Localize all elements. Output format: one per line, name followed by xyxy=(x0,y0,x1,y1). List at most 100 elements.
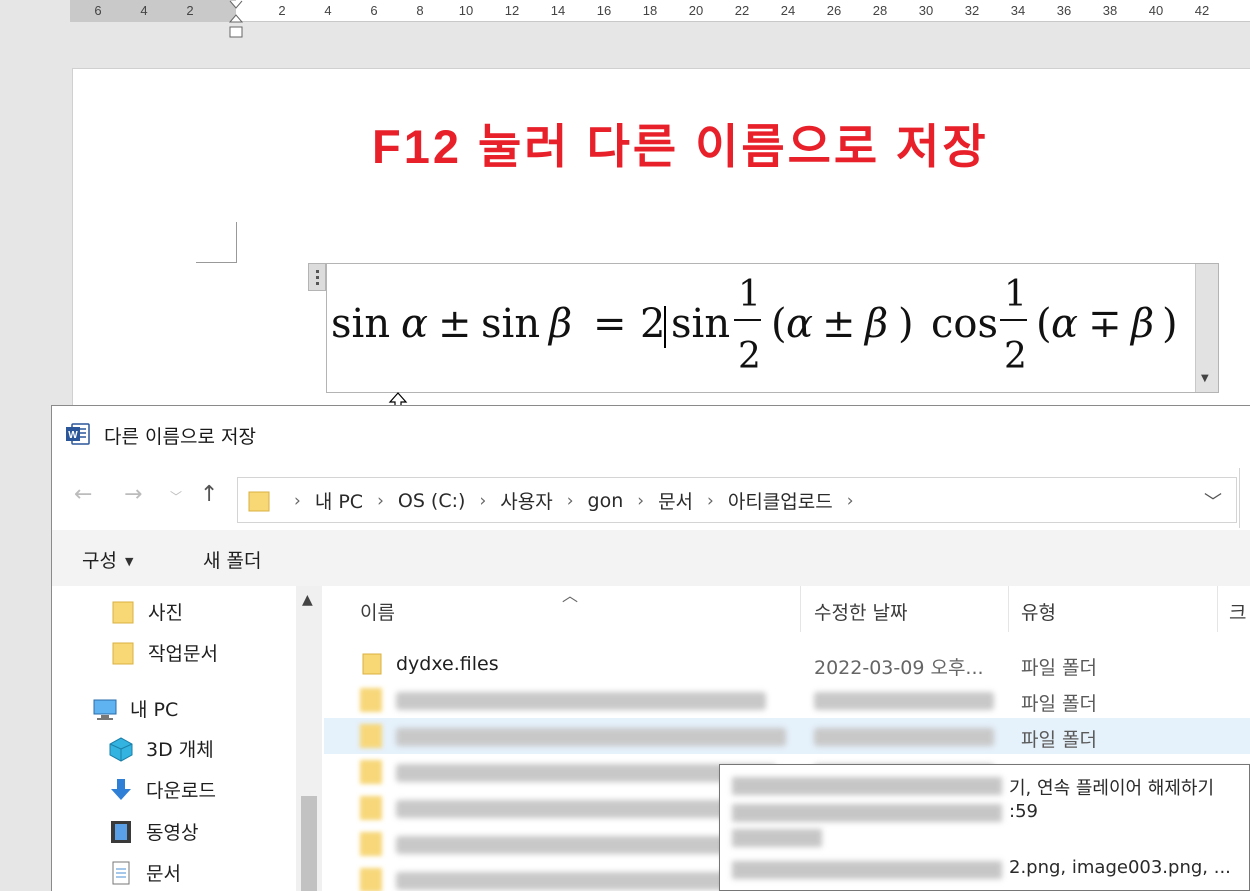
breadcrumb-item[interactable]: OS (C:) xyxy=(398,490,466,512)
breadcrumb-separator-icon[interactable]: › xyxy=(479,491,486,511)
breadcrumb-separator-icon[interactable]: › xyxy=(637,491,644,511)
ruler-number: 28 xyxy=(872,3,888,18)
folder-icon xyxy=(360,724,382,748)
file-type: 파일 폴더 xyxy=(1021,657,1097,679)
back-arrow-icon[interactable]: ← xyxy=(74,482,92,507)
redacted-file-name xyxy=(396,800,756,818)
address-bar[interactable]: › 내 PC › OS (C:) › 사용자 › gon › 문서 › 아티클업로드 › ﹀ xyxy=(237,477,1237,523)
navigation-pane[interactable]: 사진 작업문서 내 PC 3D 개체 다운로드 동영상 문서 xyxy=(52,586,322,891)
breadcrumb-item[interactable]: 아티클업로드 xyxy=(728,487,833,514)
nav-item-photos[interactable]: 사진 xyxy=(110,598,183,625)
file-type: 파일 폴더 xyxy=(1021,729,1097,751)
dialog-title: 다른 이름으로 저장 xyxy=(104,426,256,448)
table-row[interactable]: 파일 폴더 xyxy=(324,682,1250,718)
breadcrumb-separator-icon[interactable]: › xyxy=(567,491,574,511)
svg-text:±: ± xyxy=(438,301,472,347)
table-row[interactable]: 파일 폴더 xyxy=(324,718,1250,754)
redacted-tooltip-text xyxy=(732,861,1002,879)
recent-locations-chevron-icon[interactable]: ﹀ xyxy=(170,488,182,505)
svg-text:sin: sin xyxy=(671,301,730,347)
ruler-number: 32 xyxy=(964,3,980,18)
nav-item-documents[interactable]: 문서 xyxy=(108,859,181,886)
forward-arrow-icon[interactable]: → xyxy=(124,482,142,507)
table-row[interactable]: dydxe.files 2022-03-09 오후... 파일 폴더 xyxy=(324,646,1250,682)
folder-icon xyxy=(360,796,382,820)
svg-text:2: 2 xyxy=(640,301,665,347)
scroll-up-arrow-icon[interactable]: ▲ xyxy=(302,592,313,608)
ruler-number: 2 xyxy=(278,3,286,18)
nav-pane-scroll-thumb[interactable] xyxy=(301,796,317,891)
nav-item-videos[interactable]: 동영상 xyxy=(108,818,198,845)
redacted-tooltip-text xyxy=(732,829,822,847)
instruction-banner: F12 눌러 다른 이름으로 저장 xyxy=(372,120,989,173)
nav-item-label: 문서 xyxy=(146,863,181,885)
column-header-date[interactable]: 수정한 날짜 xyxy=(814,598,907,625)
nav-item-label: 내 PC xyxy=(130,699,179,721)
breadcrumb-item[interactable]: gon xyxy=(588,490,624,512)
breadcrumb-separator-icon[interactable]: › xyxy=(847,491,854,511)
organize-button[interactable]: 구성 ▼ xyxy=(82,546,133,573)
word-icon: W xyxy=(66,423,90,445)
ruler-number: 6 xyxy=(370,3,378,18)
redacted-file-name xyxy=(396,836,766,854)
up-arrow-icon[interactable]: ↑ xyxy=(200,482,218,507)
svg-text:α: α xyxy=(1051,301,1078,347)
nav-item-work-docs[interactable]: 작업문서 xyxy=(110,639,218,666)
redacted-tooltip-text xyxy=(732,804,1002,822)
breadcrumb-item[interactable]: 사용자 xyxy=(500,487,552,514)
ruler-number: 14 xyxy=(550,3,566,18)
nav-item-this-pc[interactable]: 내 PC xyxy=(92,695,178,722)
redacted-file-name xyxy=(396,728,786,746)
column-header-type[interactable]: 유형 xyxy=(1021,598,1056,625)
file-name: dydxe.files xyxy=(396,653,499,675)
refresh-button[interactable] xyxy=(1239,468,1250,528)
nav-item-downloads[interactable]: 다운로드 xyxy=(108,776,216,803)
equation-handle[interactable] xyxy=(308,263,326,291)
breadcrumb-separator-icon[interactable]: › xyxy=(707,491,714,511)
redacted-tooltip-text xyxy=(732,777,1002,795)
horizontal-ruler[interactable]: 6 4 2 2 4 6 8 10 12 14 16 18 20 22 24 26 28 30 32 34 36 38 40 4… xyxy=(0,0,1250,38)
3d-objects-icon xyxy=(109,736,133,762)
nav-item-label: 3D 개체 xyxy=(146,739,214,761)
svg-text:1: 1 xyxy=(738,274,761,315)
svg-text:β: β xyxy=(863,301,888,347)
svg-text:β: β xyxy=(547,301,572,347)
folder-icon xyxy=(248,491,270,512)
svg-text:∓: ∓ xyxy=(1088,301,1122,347)
ruler-number: 22 xyxy=(734,3,750,18)
tooltip-line: 기, 연속 플레이어 해제하기 xyxy=(1009,778,1215,799)
folder-icon xyxy=(112,601,134,623)
folder-icon xyxy=(360,688,382,712)
ruler-number: 4 xyxy=(140,3,148,18)
tooltip-line: 2.png, image003.png, ... xyxy=(1009,857,1231,878)
dialog-titlebar[interactable]: W 다른 이름으로 저장 xyxy=(52,406,1250,462)
ruler-number: 40 xyxy=(1148,3,1164,18)
ruler-number: 18 xyxy=(642,3,658,18)
ruler-number: 36 xyxy=(1056,3,1072,18)
ruler-number: 34 xyxy=(1010,3,1026,18)
column-divider[interactable] xyxy=(1217,586,1218,632)
svg-text:(: ( xyxy=(771,301,787,347)
breadcrumb-separator-icon[interactable]: › xyxy=(377,491,384,511)
folder-icon xyxy=(362,653,382,675)
new-folder-button[interactable]: 새 폴더 xyxy=(203,546,261,573)
column-divider[interactable] xyxy=(1008,586,1009,632)
indent-marker-icon[interactable] xyxy=(229,0,243,38)
nav-item-label: 사진 xyxy=(148,602,183,624)
breadcrumb-separator-icon[interactable]: › xyxy=(294,491,301,511)
equation-dropdown-arrow-icon[interactable]: ▼ xyxy=(1201,373,1209,384)
breadcrumb-item[interactable]: 내 PC xyxy=(315,487,363,514)
redacted-file-name xyxy=(396,692,766,710)
computer-icon xyxy=(93,699,117,720)
margin-corner-mark xyxy=(196,222,237,263)
column-header-name[interactable]: 이름 xyxy=(360,598,395,625)
ruler-number: 38 xyxy=(1102,3,1118,18)
svg-text:cos: cos xyxy=(931,301,998,347)
nav-item-3d-objects[interactable]: 3D 개체 xyxy=(108,735,214,762)
column-divider[interactable] xyxy=(800,586,801,632)
folder-icon xyxy=(360,760,382,784)
address-dropdown-icon[interactable]: ﹀ xyxy=(1204,488,1222,514)
svg-text:W: W xyxy=(68,430,78,441)
column-header-size[interactable]: 크 xyxy=(1229,598,1246,625)
breadcrumb-item[interactable]: 문서 xyxy=(658,487,693,514)
